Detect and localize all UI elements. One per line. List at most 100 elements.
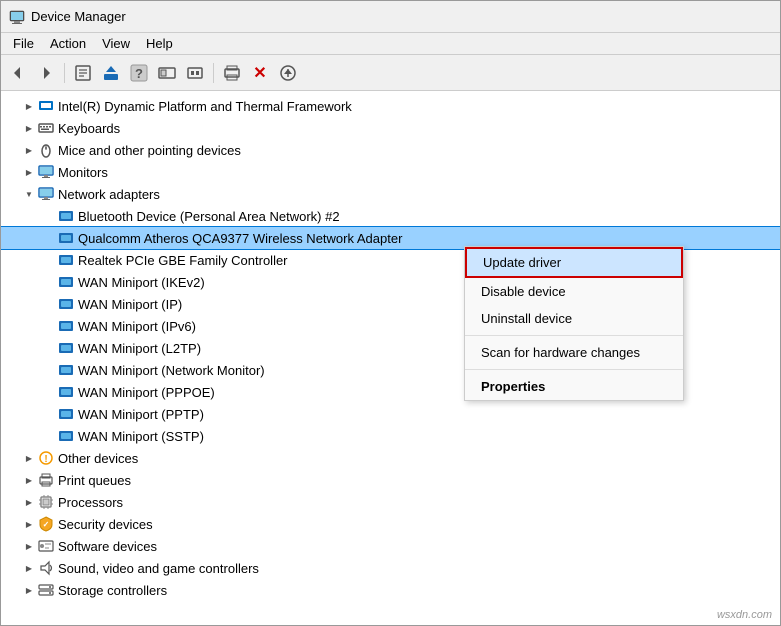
expand-intel[interactable] — [21, 95, 37, 117]
delete-button[interactable]: ✕ — [247, 60, 273, 86]
svg-text:?: ? — [135, 66, 143, 81]
context-menu-uninstall[interactable]: Uninstall device — [465, 305, 683, 332]
icon-print — [37, 471, 55, 489]
scan-button[interactable] — [182, 60, 208, 86]
icon-processors — [37, 493, 55, 511]
icon-realtek — [57, 251, 75, 269]
icon-keyboards — [37, 119, 55, 137]
icon-wan-pppoe — [57, 383, 75, 401]
expand-security[interactable] — [21, 513, 37, 535]
icon-wan-netmon — [57, 361, 75, 379]
forward-button[interactable] — [33, 60, 59, 86]
svg-text:✓: ✓ — [43, 520, 50, 529]
context-menu-properties[interactable]: Properties — [465, 373, 683, 400]
label-monitors: Monitors — [58, 165, 108, 180]
back-button[interactable] — [5, 60, 31, 86]
tree-item-bluetooth[interactable]: Bluetooth Device (Personal Area Network)… — [1, 205, 780, 227]
label-bluetooth: Bluetooth Device (Personal Area Network)… — [78, 209, 340, 224]
label-wan-l2tp: WAN Miniport (L2TP) — [78, 341, 201, 356]
icon-wan-ikev2 — [57, 273, 75, 291]
context-menu-scan[interactable]: Scan for hardware changes — [465, 339, 683, 366]
icon-bluetooth — [57, 207, 75, 225]
expand-software[interactable] — [21, 535, 37, 557]
label-wan-ikev2: WAN Miniport (IKEv2) — [78, 275, 205, 290]
expand-sound[interactable] — [21, 557, 37, 579]
label-other: Other devices — [58, 451, 138, 466]
tree-item-mice[interactable]: Mice and other pointing devices — [1, 139, 780, 161]
title-bar: Device Manager — [1, 1, 780, 33]
menu-action[interactable]: Action — [42, 34, 94, 53]
tree-item-software[interactable]: Software devices — [1, 535, 780, 557]
icon-mice — [37, 141, 55, 159]
tree-item-print[interactable]: Print queues — [1, 469, 780, 491]
icon-other: ! — [37, 449, 55, 467]
tree-item-network[interactable]: Network adapters — [1, 183, 780, 205]
label-wan-sstp: WAN Miniport (SSTP) — [78, 429, 204, 444]
context-menu-disable[interactable]: Disable device — [465, 278, 683, 305]
label-wan-pppoe: WAN Miniport (PPPOE) — [78, 385, 215, 400]
properties-button[interactable] — [70, 60, 96, 86]
icon-wan-ip — [57, 295, 75, 313]
expand-processors[interactable] — [21, 491, 37, 513]
tree-item-processors[interactable]: Processors — [1, 491, 780, 513]
label-mice: Mice and other pointing devices — [58, 143, 241, 158]
toolbar-sep-2 — [213, 63, 214, 83]
context-menu: Update driver Disable device Uninstall d… — [464, 246, 684, 401]
icon-wan-l2tp — [57, 339, 75, 357]
icon-monitors — [37, 163, 55, 181]
menu-bar: File Action View Help — [1, 33, 780, 55]
tree-item-wan-sstp[interactable]: WAN Miniport (SSTP) — [1, 425, 780, 447]
tree-item-intel[interactable]: Intel(R) Dynamic Platform and Thermal Fr… — [1, 95, 780, 117]
expand-print[interactable] — [21, 469, 37, 491]
label-wan-pptp: WAN Miniport (PPTP) — [78, 407, 204, 422]
icon-security: ✓ — [37, 515, 55, 533]
label-print: Print queues — [58, 473, 131, 488]
download-button[interactable] — [275, 60, 301, 86]
context-menu-divider-2 — [465, 369, 683, 370]
icon-sound — [37, 559, 55, 577]
context-menu-update[interactable]: Update driver — [465, 247, 683, 278]
icon-wan-sstp — [57, 427, 75, 445]
toggle-button[interactable] — [154, 60, 180, 86]
context-menu-divider-1 — [465, 335, 683, 336]
icon-storage — [37, 581, 55, 599]
tree-item-sound[interactable]: Sound, video and game controllers — [1, 557, 780, 579]
icon-network — [37, 185, 55, 203]
svg-text:!: ! — [44, 454, 47, 465]
icon-intel — [37, 97, 55, 115]
label-network: Network adapters — [58, 187, 160, 202]
expand-monitors[interactable] — [21, 161, 37, 183]
expand-other[interactable] — [21, 447, 37, 469]
tree-item-storage[interactable]: Storage controllers — [1, 579, 780, 601]
expand-mice[interactable] — [21, 139, 37, 161]
label-intel: Intel(R) Dynamic Platform and Thermal Fr… — [58, 99, 352, 114]
expand-keyboards[interactable] — [21, 117, 37, 139]
print-button[interactable] — [219, 60, 245, 86]
toolbar: ? ✕ — [1, 55, 780, 91]
tree-item-security[interactable]: ✓ Security devices — [1, 513, 780, 535]
update-driver-button[interactable] — [98, 60, 124, 86]
tree-item-keyboards[interactable]: Keyboards — [1, 117, 780, 139]
label-wan-netmon: WAN Miniport (Network Monitor) — [78, 363, 265, 378]
icon-wan-pptp — [57, 405, 75, 423]
tree-item-monitors[interactable]: Monitors — [1, 161, 780, 183]
menu-view[interactable]: View — [94, 34, 138, 53]
tree-item-wan-pptp[interactable]: WAN Miniport (PPTP) — [1, 403, 780, 425]
menu-file[interactable]: File — [5, 34, 42, 53]
device-manager-window: Device Manager File Action View Help — [0, 0, 781, 626]
icon-wan-ipv6 — [57, 317, 75, 335]
icon-software — [37, 537, 55, 555]
label-realtek: Realtek PCIe GBE Family Controller — [78, 253, 288, 268]
help-button[interactable]: ? — [126, 60, 152, 86]
label-processors: Processors — [58, 495, 123, 510]
watermark: wsxdn.com — [717, 609, 772, 621]
expand-storage[interactable] — [21, 579, 37, 601]
title-bar-text: Device Manager — [31, 9, 126, 24]
toolbar-sep-1 — [64, 63, 65, 83]
tree-item-other[interactable]: ! Other devices — [1, 447, 780, 469]
expand-network[interactable] — [21, 183, 37, 205]
title-bar-icon — [9, 9, 25, 25]
menu-help[interactable]: Help — [138, 34, 181, 53]
label-sound: Sound, video and game controllers — [58, 561, 259, 576]
content-area: Intel(R) Dynamic Platform and Thermal Fr… — [1, 91, 780, 625]
